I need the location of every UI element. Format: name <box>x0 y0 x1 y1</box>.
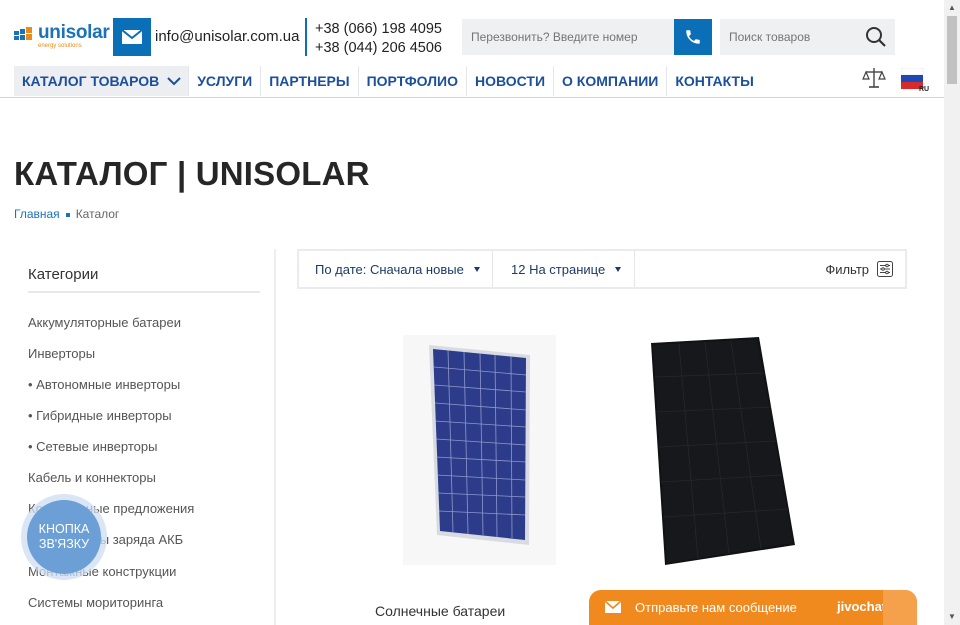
nav-about[interactable]: О КОМПАНИИ <box>554 66 668 96</box>
breadcrumb: Главная Каталог <box>14 207 119 221</box>
nav-catalog-label: КАТАЛОГ ТОВАРОВ <box>22 73 160 89</box>
contact-button-inner: КНОПКА ЗВ'ЯЗКУ <box>27 500 101 574</box>
scroll-up-arrow[interactable]: ▲ <box>944 0 960 16</box>
scroll-thumb[interactable] <box>947 16 957 84</box>
jivochat-widget[interactable]: Отправьте нам сообщение jivochat <box>589 590 917 625</box>
page-scrollbar[interactable]: ▲ ▼ <box>944 0 960 625</box>
nav-contacts[interactable]: КОНТАКТЫ <box>667 66 761 96</box>
phone-number-2[interactable]: +38 (044) 206 4506 <box>315 40 442 56</box>
sort-order-select[interactable]: По дате: Сначала новые <box>299 251 493 287</box>
page: unisolar energy solutions info@unisolar.… <box>0 0 960 625</box>
page-title: КАТАЛОГ | UNISOLAR <box>14 155 370 192</box>
category-grid-inverters[interactable]: • Сетевые инверторы <box>28 439 157 454</box>
scroll-down-arrow[interactable]: ▼ <box>944 609 960 625</box>
divider <box>305 18 307 56</box>
sort-order-label: По дате: Сначала новые <box>315 261 464 277</box>
logo-tagline: energy solutions <box>38 43 82 49</box>
category-offgrid-inverters[interactable]: • Автономные инверторы <box>28 377 180 392</box>
caret-down-icon <box>615 266 622 272</box>
search-icon <box>866 27 886 47</box>
callback-button[interactable] <box>674 19 712 55</box>
phone-number-1[interactable]: +38 (066) 198 4095 <box>315 21 442 37</box>
logo[interactable]: unisolar energy solutions <box>14 22 110 52</box>
category-monitoring[interactable]: Системы мориторинга <box>28 595 163 610</box>
sort-toolbar: По дате: Сначала новые 12 На странице Фи… <box>297 249 907 289</box>
chat-message-label: Отправьте нам сообщение <box>635 600 797 615</box>
nav-portfolio[interactable]: ПОРТФОЛИО <box>359 66 467 96</box>
category-hybrid-inverters[interactable]: • Гибридные инверторы <box>28 408 172 423</box>
nav-catalog[interactable]: КАТАЛОГ ТОВАРОВ <box>14 66 190 96</box>
compare-scales-icon[interactable] <box>862 66 886 90</box>
email-button[interactable] <box>113 18 151 56</box>
sidebar-divider <box>28 291 260 293</box>
breadcrumb-separator <box>65 213 70 217</box>
envelope-icon <box>121 29 143 44</box>
phone-icon <box>686 30 700 44</box>
product-image-solar-panel-blue[interactable] <box>403 335 556 565</box>
filter-button[interactable]: Фильтр <box>825 251 893 287</box>
contact-button-line2: ЗВ'ЯЗКУ <box>38 537 90 551</box>
filter-sliders-icon <box>877 261 893 277</box>
breadcrumb-current: Каталог <box>75 207 120 221</box>
chevron-down-icon <box>167 76 181 85</box>
language-code: RU <box>919 86 930 93</box>
category-cables[interactable]: Кабель и коннекторы <box>28 470 156 485</box>
product-image-solar-panel-black[interactable] <box>643 337 801 569</box>
callback-phone-input[interactable] <box>462 19 674 55</box>
nav-services[interactable]: УСЛУГИ <box>189 66 262 96</box>
category-inverters[interactable]: Инверторы <box>28 346 95 361</box>
sidebar-heading: Категории <box>28 266 99 283</box>
solar-logo-icon <box>14 27 32 40</box>
contact-button-line1: КНОПКА <box>38 522 90 536</box>
site-header: unisolar energy solutions info@unisolar.… <box>0 0 944 98</box>
breadcrumb-home-link[interactable]: Главная <box>14 207 60 221</box>
per-page-label: 12 На странице <box>511 261 606 277</box>
contact-callback-button[interactable]: КНОПКА ЗВ'ЯЗКУ <box>21 494 107 580</box>
nav-partners[interactable]: ПАРТНЕРЫ <box>261 66 359 96</box>
category-batteries[interactable]: Аккумуляторные батареи <box>28 315 181 330</box>
envelope-icon <box>605 601 621 613</box>
logo-text: unisolar <box>38 22 110 43</box>
chat-tab-corner <box>883 590 917 625</box>
per-page-select[interactable]: 12 На странице <box>493 251 635 287</box>
search-button[interactable] <box>862 23 890 51</box>
product-title[interactable]: Солнечные батареи <box>375 603 505 619</box>
filter-label: Фильтр <box>825 261 869 277</box>
nav-news[interactable]: НОВОСТИ <box>467 66 555 96</box>
caret-down-icon <box>473 266 480 272</box>
chat-brand-logo: jivochat <box>837 599 887 614</box>
main-nav: КАТАЛОГ ТОВАРОВ УСЛУГИ ПАРТНЕРЫ ПОРТФОЛИ… <box>14 66 762 96</box>
email-link[interactable]: info@unisolar.com.ua <box>155 28 299 45</box>
